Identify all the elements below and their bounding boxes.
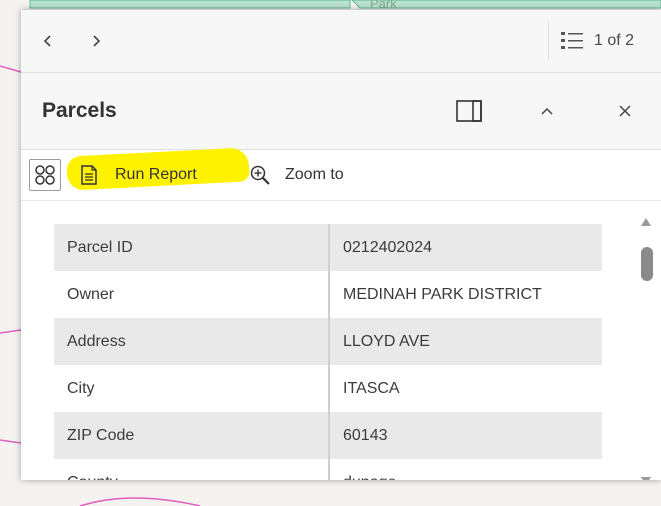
close-icon [619, 105, 631, 117]
chevron-up-icon [541, 107, 553, 115]
field-value: dupage [329, 459, 602, 480]
report-icon [81, 165, 97, 185]
boundary-line [0, 65, 22, 73]
previous-feature-button[interactable] [35, 28, 61, 54]
field-value: 60143 [329, 412, 602, 459]
chevron-left-icon [43, 35, 51, 47]
field-name: ZIP Code [54, 412, 330, 459]
field-value: 0212402024 [329, 224, 602, 271]
field-name: City [54, 365, 330, 412]
popup-header: Parcels [21, 73, 661, 150]
zoom-in-icon [250, 165, 270, 185]
park-parcel [351, 0, 661, 9]
nav-divider [548, 22, 549, 60]
feature-popup: 1 of 2 Parcels Run Report Zoom to Parcel… [21, 10, 661, 480]
feature-list-button[interactable]: 1 of 2 [560, 28, 634, 54]
attribute-table: Parcel ID 0212402024 Owner MEDINAH PARK … [54, 224, 602, 480]
more-actions-button[interactable] [29, 159, 61, 191]
table-row: County dupage [54, 459, 602, 480]
field-value: ITASCA [329, 365, 602, 412]
field-name: Owner [54, 271, 330, 318]
boundary-line [79, 497, 201, 506]
dock-icon [456, 100, 482, 122]
next-feature-button[interactable] [83, 28, 109, 54]
scrollbar-thumb[interactable] [641, 247, 653, 281]
field-value: LLOYD AVE [329, 318, 602, 365]
field-value: MEDINAH PARK DISTRICT [329, 271, 602, 318]
close-button[interactable] [609, 95, 641, 127]
popup-navigation-bar: 1 of 2 [21, 10, 661, 73]
popup-title: Parcels [42, 99, 117, 122]
boundary-line [0, 439, 22, 444]
scroll-down-arrow[interactable] [640, 476, 652, 480]
park-parcel [29, 0, 351, 9]
table-row: Parcel ID 0212402024 [54, 224, 602, 271]
field-name: Address [54, 318, 330, 365]
popup-content: Parcel ID 0212402024 Owner MEDINAH PARK … [21, 201, 661, 480]
boundary-line [0, 329, 22, 334]
chevron-right-icon [93, 35, 101, 47]
zoom-to-label: Zoom to [285, 166, 344, 183]
collapse-button[interactable] [531, 95, 563, 127]
table-row: ZIP Code 60143 [54, 412, 602, 459]
table-row: Owner MEDINAH PARK DISTRICT [54, 271, 602, 318]
table-row: City ITASCA [54, 365, 602, 412]
field-name: Parcel ID [54, 224, 330, 271]
zoom-to-button[interactable]: Zoom to [249, 159, 344, 191]
scroll-up-arrow[interactable] [640, 217, 652, 227]
list-icon [561, 32, 583, 49]
grid-icon [35, 165, 55, 185]
field-name: County [54, 459, 330, 480]
run-report-label: Run Report [115, 166, 197, 183]
table-row: Address LLOYD AVE [54, 318, 602, 365]
run-report-button[interactable]: Run Report [81, 159, 197, 191]
dock-button[interactable] [453, 95, 485, 127]
feature-count: 1 of 2 [594, 32, 635, 49]
popup-action-bar: Run Report Zoom to [21, 147, 661, 201]
